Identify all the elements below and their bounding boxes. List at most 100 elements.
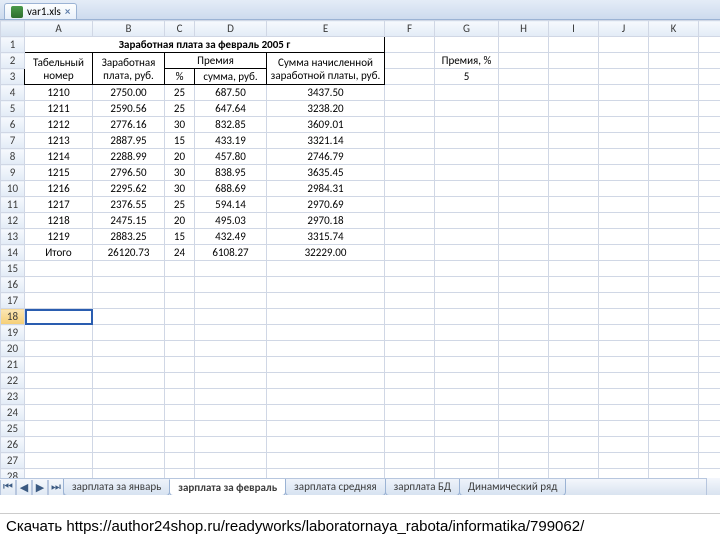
cell[interactable]: 20 xyxy=(165,213,195,229)
cell[interactable] xyxy=(385,53,435,69)
row-header[interactable]: 10 xyxy=(1,181,25,197)
sheet-nav-prev[interactable]: ◀ xyxy=(16,480,32,495)
cell[interactable] xyxy=(385,165,435,181)
cell[interactable] xyxy=(435,357,499,373)
row-header[interactable]: 3 xyxy=(1,69,25,85)
cell[interactable] xyxy=(435,341,499,357)
cell[interactable] xyxy=(267,261,385,277)
sheet-tab[interactable]: зарплата БД xyxy=(385,479,460,496)
cell[interactable]: 495.03 xyxy=(195,213,267,229)
cell[interactable]: 432.49 xyxy=(195,229,267,245)
cell[interactable] xyxy=(699,453,720,469)
row-header[interactable]: 4 xyxy=(1,85,25,101)
row-header[interactable]: 15 xyxy=(1,261,25,277)
cell[interactable]: 1217 xyxy=(25,197,93,213)
cell[interactable] xyxy=(385,389,435,405)
row-header[interactable]: 23 xyxy=(1,389,25,405)
cell[interactable] xyxy=(549,437,599,453)
cell[interactable] xyxy=(549,245,599,261)
cell[interactable] xyxy=(549,165,599,181)
cell[interactable] xyxy=(267,453,385,469)
cell[interactable] xyxy=(599,277,649,293)
cell[interactable]: 2590.56 xyxy=(93,101,165,117)
cell[interactable] xyxy=(435,149,499,165)
cell[interactable] xyxy=(649,357,699,373)
cell[interactable] xyxy=(649,117,699,133)
cell[interactable] xyxy=(599,309,649,325)
cell[interactable] xyxy=(435,245,499,261)
cell[interactable] xyxy=(649,85,699,101)
cell[interactable] xyxy=(385,101,435,117)
cell[interactable] xyxy=(599,229,649,245)
cell[interactable] xyxy=(599,101,649,117)
cell[interactable] xyxy=(549,373,599,389)
cell[interactable] xyxy=(499,197,549,213)
cell[interactable] xyxy=(649,405,699,421)
cell[interactable] xyxy=(435,261,499,277)
cell[interactable] xyxy=(549,293,599,309)
column-header[interactable]: C xyxy=(165,21,195,37)
cell[interactable] xyxy=(93,261,165,277)
cell[interactable] xyxy=(267,437,385,453)
cell[interactable] xyxy=(549,133,599,149)
cell[interactable]: 457.80 xyxy=(195,149,267,165)
cell[interactable] xyxy=(549,69,599,85)
cell[interactable] xyxy=(649,197,699,213)
row-header[interactable]: 14 xyxy=(1,245,25,261)
cell[interactable] xyxy=(93,293,165,309)
cell[interactable]: 1216 xyxy=(25,181,93,197)
cell[interactable] xyxy=(435,213,499,229)
cell[interactable] xyxy=(549,325,599,341)
cell[interactable] xyxy=(649,341,699,357)
cell[interactable] xyxy=(435,117,499,133)
cell[interactable] xyxy=(649,277,699,293)
cell[interactable] xyxy=(435,389,499,405)
cell[interactable]: 1219 xyxy=(25,229,93,245)
cell[interactable]: 3321.14 xyxy=(267,133,385,149)
column-header[interactable]: L xyxy=(699,21,720,37)
cell[interactable] xyxy=(165,261,195,277)
cell[interactable] xyxy=(499,149,549,165)
cell[interactable] xyxy=(699,437,720,453)
cell[interactable] xyxy=(385,37,435,53)
cell[interactable] xyxy=(435,453,499,469)
cell[interactable] xyxy=(499,229,549,245)
cell[interactable] xyxy=(165,341,195,357)
cell[interactable]: 1213 xyxy=(25,133,93,149)
cell[interactable] xyxy=(25,405,93,421)
active-cell[interactable] xyxy=(25,309,93,325)
sheet-tab[interactable]: Динамический ряд xyxy=(459,479,566,496)
cell[interactable] xyxy=(499,373,549,389)
cell[interactable] xyxy=(25,341,93,357)
cell[interactable] xyxy=(267,341,385,357)
cell[interactable] xyxy=(165,405,195,421)
cell[interactable] xyxy=(599,261,649,277)
cell[interactable] xyxy=(599,197,649,213)
cell[interactable] xyxy=(385,293,435,309)
cell[interactable] xyxy=(435,197,499,213)
cell[interactable] xyxy=(499,405,549,421)
row-header[interactable]: 13 xyxy=(1,229,25,245)
cell[interactable] xyxy=(549,405,599,421)
cell[interactable]: 2746.79 xyxy=(267,149,385,165)
cell[interactable] xyxy=(165,373,195,389)
cell[interactable] xyxy=(435,277,499,293)
cell[interactable] xyxy=(649,53,699,69)
cell[interactable] xyxy=(499,389,549,405)
cell[interactable]: 3437.50 xyxy=(267,85,385,101)
cell[interactable] xyxy=(549,53,599,69)
cell[interactable] xyxy=(267,421,385,437)
cell[interactable]: 1211 xyxy=(25,101,93,117)
cell[interactable] xyxy=(385,117,435,133)
cell[interactable] xyxy=(385,437,435,453)
cell[interactable] xyxy=(549,85,599,101)
title-cell[interactable]: Заработная плата за февраль 2005 г xyxy=(25,37,385,53)
cell[interactable] xyxy=(499,85,549,101)
cell[interactable]: 25 xyxy=(165,197,195,213)
cell[interactable] xyxy=(549,341,599,357)
cell[interactable] xyxy=(165,309,195,325)
cell[interactable] xyxy=(499,325,549,341)
sheet-nav-first[interactable]: ⏮ xyxy=(0,480,16,495)
header-cell[interactable]: % xyxy=(165,69,195,85)
row-header[interactable]: 8 xyxy=(1,149,25,165)
